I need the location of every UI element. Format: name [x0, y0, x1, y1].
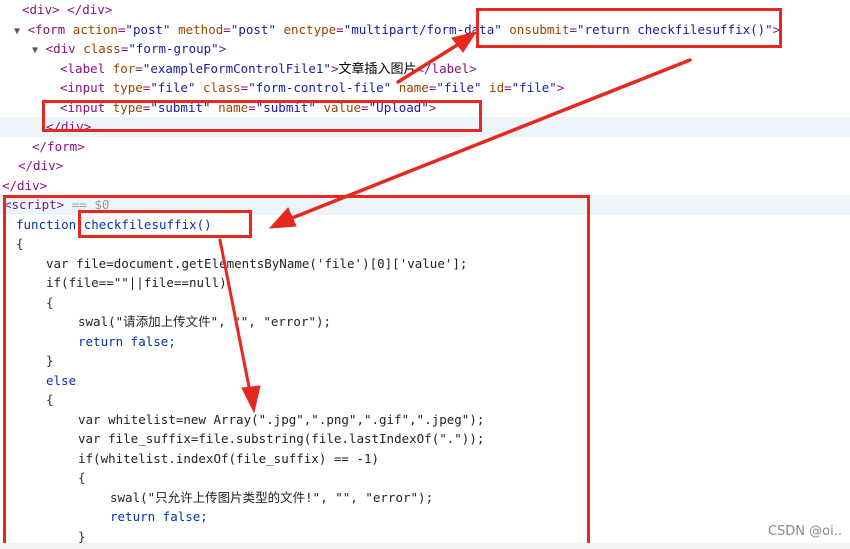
- form-tag: <form: [27, 21, 66, 37]
- attr-name: for: [112, 60, 136, 76]
- label-tag: <label: [60, 60, 106, 76]
- attr-name: class: [203, 80, 241, 95]
- attr-name: name: [398, 80, 429, 95]
- attr-value: "file": [511, 80, 557, 95]
- annotation-box-onsubmit: [476, 8, 782, 48]
- attr-name: type: [112, 80, 143, 95]
- html-line-label[interactable]: <label for="exampleFormControlFile1">文章插…: [0, 59, 850, 79]
- html-line-div-close[interactable]: </div>: [0, 176, 850, 196]
- attr-value: "form-control-file": [248, 80, 392, 95]
- attr-value: "post": [125, 21, 171, 37]
- attr-value: "exampleFormControlFile1": [142, 60, 331, 76]
- tag-open: <div>: [22, 2, 60, 17]
- attr-value: "post": [230, 21, 276, 37]
- label-text: 文章插入图片: [338, 61, 417, 77]
- attr-value: "form-group": [128, 41, 219, 56]
- annotation-box-script: [3, 195, 590, 549]
- attr-name: method: [178, 21, 224, 37]
- tag-end: >: [556, 80, 565, 95]
- annotation-box-submit-input: [42, 100, 482, 132]
- attr-value: "file": [436, 80, 482, 95]
- attr-name: id: [489, 80, 505, 95]
- attr-name: enctype: [283, 21, 337, 37]
- html-line-file-input[interactable]: <input type="file" class="form-control-f…: [0, 78, 850, 98]
- tag-close: </div>: [67, 2, 113, 17]
- div-close-tag: </div>: [2, 177, 48, 193]
- attr-name: class: [83, 41, 121, 56]
- html-line-form-close[interactable]: </form>: [0, 137, 850, 157]
- div-close-tag: </div>: [18, 158, 64, 173]
- input-tag: <input: [60, 80, 106, 95]
- attr-value: "file": [150, 80, 196, 95]
- label-close-tag: </label>: [416, 60, 477, 76]
- div-tag: <div: [45, 41, 76, 56]
- watermark: CSDN @oi..: [767, 524, 842, 539]
- expand-triangle-icon[interactable]: ▼: [32, 45, 38, 56]
- attr-name: action: [72, 21, 118, 37]
- horizontal-scrollbar[interactable]: [0, 543, 850, 549]
- expand-triangle-icon[interactable]: ▼: [14, 26, 20, 37]
- html-line-div-close[interactable]: </div>: [0, 156, 850, 176]
- form-close-tag: </form>: [32, 138, 85, 154]
- tag-end: >: [218, 41, 227, 56]
